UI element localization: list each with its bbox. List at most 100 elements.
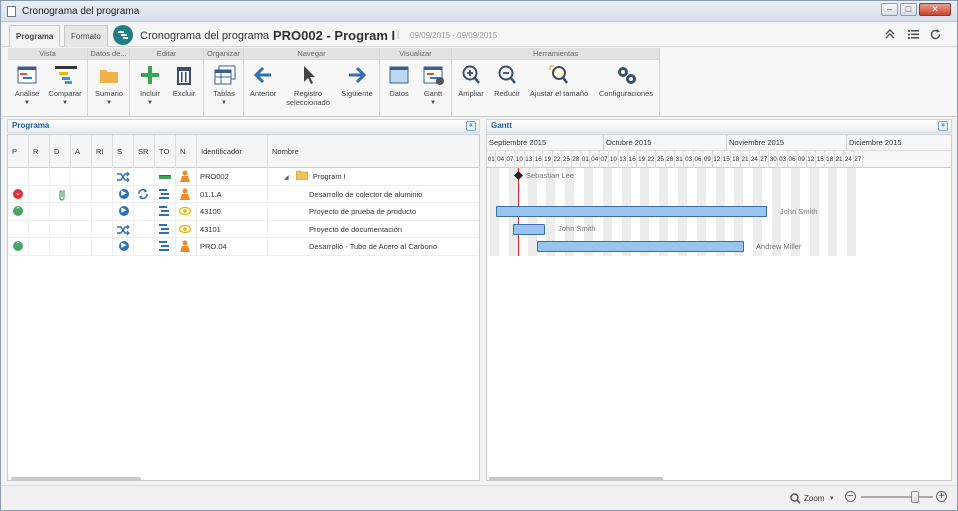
wbs-icon <box>159 241 169 251</box>
column-header-nombre[interactable]: Nombre <box>268 135 479 168</box>
column-header-p[interactable]: P <box>8 135 29 168</box>
group-editar: Editar Incluir ▼ Excluir <box>130 48 204 117</box>
priority-up-icon: ⌃ <box>13 206 23 216</box>
analise-button[interactable]: Análise ▼ <box>10 65 44 108</box>
search-icon <box>790 493 801 504</box>
maximize-button[interactable]: □ <box>900 3 917 16</box>
horizontal-scrollbar[interactable] <box>489 477 663 480</box>
zoom-plus-button[interactable]: + <box>936 491 947 502</box>
window-title: Cronograma del programa <box>22 6 140 17</box>
gantt-button[interactable]: Gantt ▼ <box>417 65 449 108</box>
compare-icon <box>55 65 77 85</box>
column-header-n[interactable]: N <box>176 135 197 168</box>
list-menu-icon[interactable] <box>908 29 919 39</box>
column-header-s[interactable]: S <box>113 135 134 168</box>
gantt-panel-header: Gantt » <box>486 119 952 133</box>
column-header-to[interactable]: TO <box>155 135 176 168</box>
row-identifier: PRO002 <box>197 168 268 185</box>
collapse-up-icon[interactable] <box>885 29 895 39</box>
expand-panel-button[interactable]: » <box>938 121 948 131</box>
day-label: 01 <box>487 151 497 168</box>
zoom-dropdown-caret[interactable]: ▾ <box>830 494 834 502</box>
eye-icon <box>179 206 191 216</box>
milestone-label: Sebastian Lee <box>526 171 574 180</box>
ampliar-button[interactable]: Ampliar <box>454 65 488 98</box>
shuffle-icon <box>117 224 130 235</box>
datos-button[interactable]: Datos <box>383 65 415 98</box>
table-row[interactable]: 43101 Proyecto de documentación <box>8 220 479 238</box>
siguiente-button[interactable]: Siguiente <box>338 65 376 98</box>
column-header-a[interactable]: A <box>71 135 92 168</box>
configuraciones-button[interactable]: Configuraciones <box>596 65 656 98</box>
group-datos: Datos de... Sumario ▼ <box>88 48 130 117</box>
day-label: 18 <box>731 151 741 168</box>
day-label: 13 <box>619 151 628 168</box>
column-header-d[interactable]: D <box>50 135 71 168</box>
excluir-button[interactable]: Excluir <box>168 65 200 98</box>
registro-seleccionado-button[interactable]: Registro seleccionado <box>280 65 336 107</box>
gantt-icon <box>423 65 444 85</box>
row-name: Program I <box>312 172 346 181</box>
minimize-button[interactable]: – <box>881 3 898 16</box>
priority-up-icon: ⌃ <box>13 241 23 251</box>
incluir-button[interactable]: Incluir ▼ <box>134 65 166 108</box>
button-label: Análise <box>14 89 40 98</box>
button-label: Sumario <box>95 89 123 98</box>
column-header-sr[interactable]: SR <box>134 135 155 168</box>
table-row[interactable]: ⌃ ▶ 43100 Proyecto de prueba de producto <box>8 203 479 221</box>
zoom-label[interactable]: Zoom <box>804 494 824 503</box>
day-label: 28 <box>572 151 581 168</box>
panel-title: Programa <box>12 121 50 130</box>
ajustar-tamano-button[interactable]: Ajustar el tamaño <box>526 65 592 98</box>
priority-down-icon: ⌄ <box>13 188 23 199</box>
breadcrumb-separator: › <box>260 29 264 41</box>
zoom-minus-button[interactable]: − <box>845 491 856 502</box>
anterior-button[interactable]: Anterior <box>246 65 280 98</box>
zoom-slider-track[interactable] <box>861 496 933 498</box>
zoom-slider-handle[interactable] <box>911 491 919 503</box>
gantt-bar[interactable] <box>537 241 744 252</box>
eye-icon <box>179 224 191 233</box>
day-label: 07 <box>506 151 516 168</box>
day-label: 28 <box>666 151 675 168</box>
program-grid: P R D A RI S SR TO N Identificador Nombr… <box>7 134 480 481</box>
person-icon <box>180 240 190 252</box>
table-row[interactable]: ⌃ ▶ PRO.04 Desarrollo - Tubo de Acero al… <box>8 238 479 256</box>
button-label: Incluir <box>139 89 160 98</box>
day-label: 06 <box>788 151 798 168</box>
comparar-button[interactable]: Comparar ▼ <box>46 65 84 108</box>
tab-programa[interactable]: Programa <box>9 25 61 47</box>
breadcrumb-section[interactable]: Cronograma del programa <box>140 30 269 42</box>
day-label: 19 <box>637 151 647 168</box>
schedule-icon <box>113 25 133 45</box>
day-label: 12 <box>713 151 722 168</box>
refresh-icon <box>138 188 148 199</box>
table-row[interactable]: PRO002 ◢ Program I <box>8 168 479 186</box>
table-row[interactable]: ⌄ ▶ 01.1.A Desarrollo de colector de alu… <box>8 185 479 203</box>
column-header-identificador[interactable]: Identificador <box>197 135 268 168</box>
tree-expander-icon[interactable]: ◢ <box>284 175 289 181</box>
day-label: 30 <box>769 151 779 168</box>
horizontal-scrollbar[interactable] <box>11 477 141 481</box>
fit-size-icon <box>549 65 569 85</box>
button-label: Comparar <box>48 89 82 98</box>
reducir-button[interactable]: Reducir <box>490 65 524 98</box>
day-label: 27 <box>854 151 863 168</box>
sumario-button[interactable]: Sumario ▼ <box>92 65 126 108</box>
column-header-ri[interactable]: RI <box>92 135 113 168</box>
column-header-r[interactable]: R <box>29 135 50 168</box>
row-identifier: 01.1.A <box>197 185 268 203</box>
close-button[interactable]: ✕ <box>919 3 951 16</box>
gantt-bar[interactable] <box>513 224 545 235</box>
record-dates: 09/09/2015 - 09/09/2015 <box>410 31 498 40</box>
day-label: 25 <box>562 151 572 168</box>
refresh-icon[interactable] <box>930 29 941 40</box>
collapse-panel-button[interactable]: « <box>466 121 476 131</box>
tablas-button[interactable]: Tablas ▼ <box>207 65 241 108</box>
status-bar-green-icon <box>159 175 171 179</box>
gantt-months-header: Septiembre 2015 Octubre 2015 Noviembre 2… <box>487 135 951 151</box>
gantt-bar[interactable] <box>496 206 767 217</box>
gantt-bar-label: John Smith <box>780 207 818 216</box>
tab-formato[interactable]: Formato <box>64 25 108 47</box>
folder-icon <box>295 170 308 180</box>
